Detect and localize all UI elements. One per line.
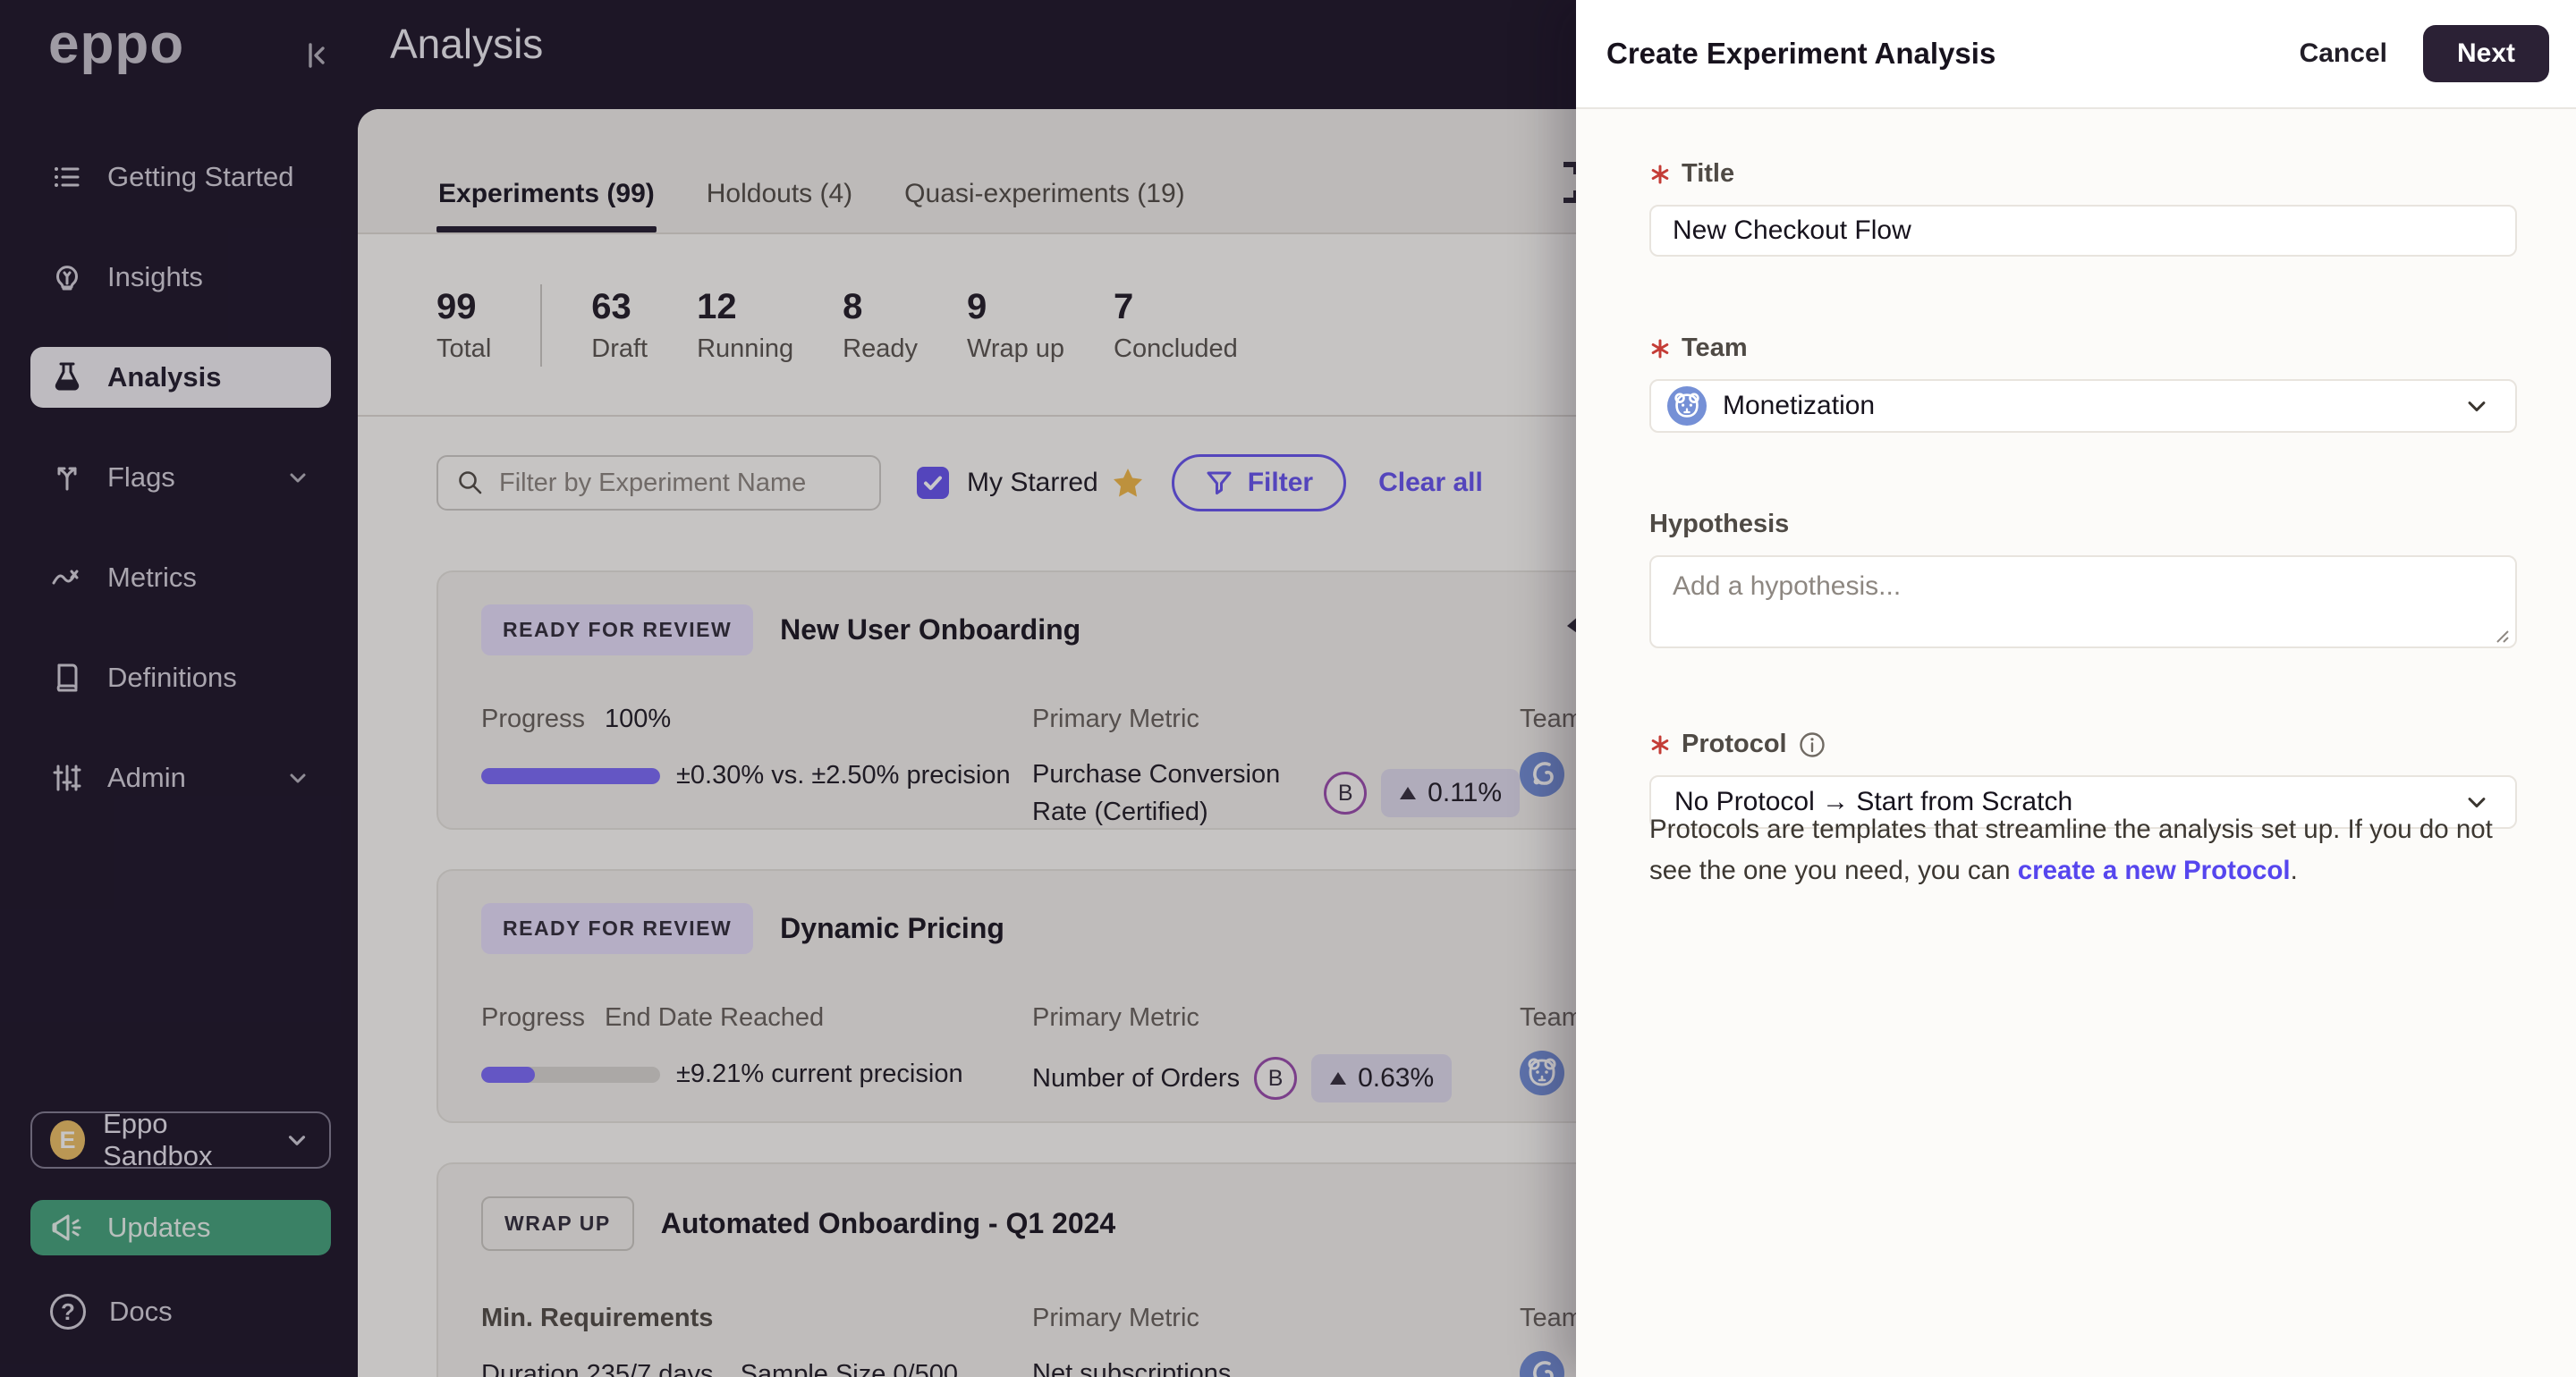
team-select-value: Monetization (1723, 391, 1876, 420)
resize-handle-icon[interactable] (2490, 624, 2510, 644)
cancel-button[interactable]: Cancel (2300, 38, 2387, 69)
drawer-body: Title Team Monetization (1576, 109, 2576, 891)
helper-text-after: . (2290, 855, 2298, 885)
next-button[interactable]: Next (2422, 25, 2549, 82)
title-field-label: Title (1682, 159, 1735, 188)
chevron-down-icon (2462, 391, 2492, 421)
app-root: eppo Getting Started Insights Analysis F… (0, 0, 2576, 1377)
required-asterisk-icon (1649, 338, 1671, 359)
drawer-header: Create Experiment Analysis Cancel Next (1576, 0, 2576, 109)
title-input[interactable] (1649, 205, 2517, 257)
team-field-group: Team Monetization (1649, 334, 2517, 433)
required-asterisk-icon (1649, 164, 1671, 185)
team-field-label: Team (1682, 334, 1748, 362)
create-new-protocol-link[interactable]: create a new Protocol (2018, 856, 2291, 885)
hypothesis-field-group: Hypothesis (1649, 510, 2517, 653)
info-icon[interactable] (1798, 731, 1826, 759)
create-experiment-analysis-drawer: Create Experiment Analysis Cancel Next T… (1576, 0, 2576, 1377)
team-avatar-bear-icon (1667, 386, 1707, 426)
drawer-title: Create Experiment Analysis (1606, 37, 1996, 70)
team-select[interactable]: Monetization (1649, 379, 2517, 433)
title-field-group: Title (1649, 159, 2517, 257)
required-asterisk-icon (1649, 734, 1671, 756)
protocol-field-label: Protocol (1682, 730, 1787, 758)
protocol-helper-text: Protocols are templates that streamline … (1649, 809, 2517, 891)
hypothesis-textarea[interactable] (1649, 555, 2517, 648)
hypothesis-field-label: Hypothesis (1649, 510, 1790, 538)
